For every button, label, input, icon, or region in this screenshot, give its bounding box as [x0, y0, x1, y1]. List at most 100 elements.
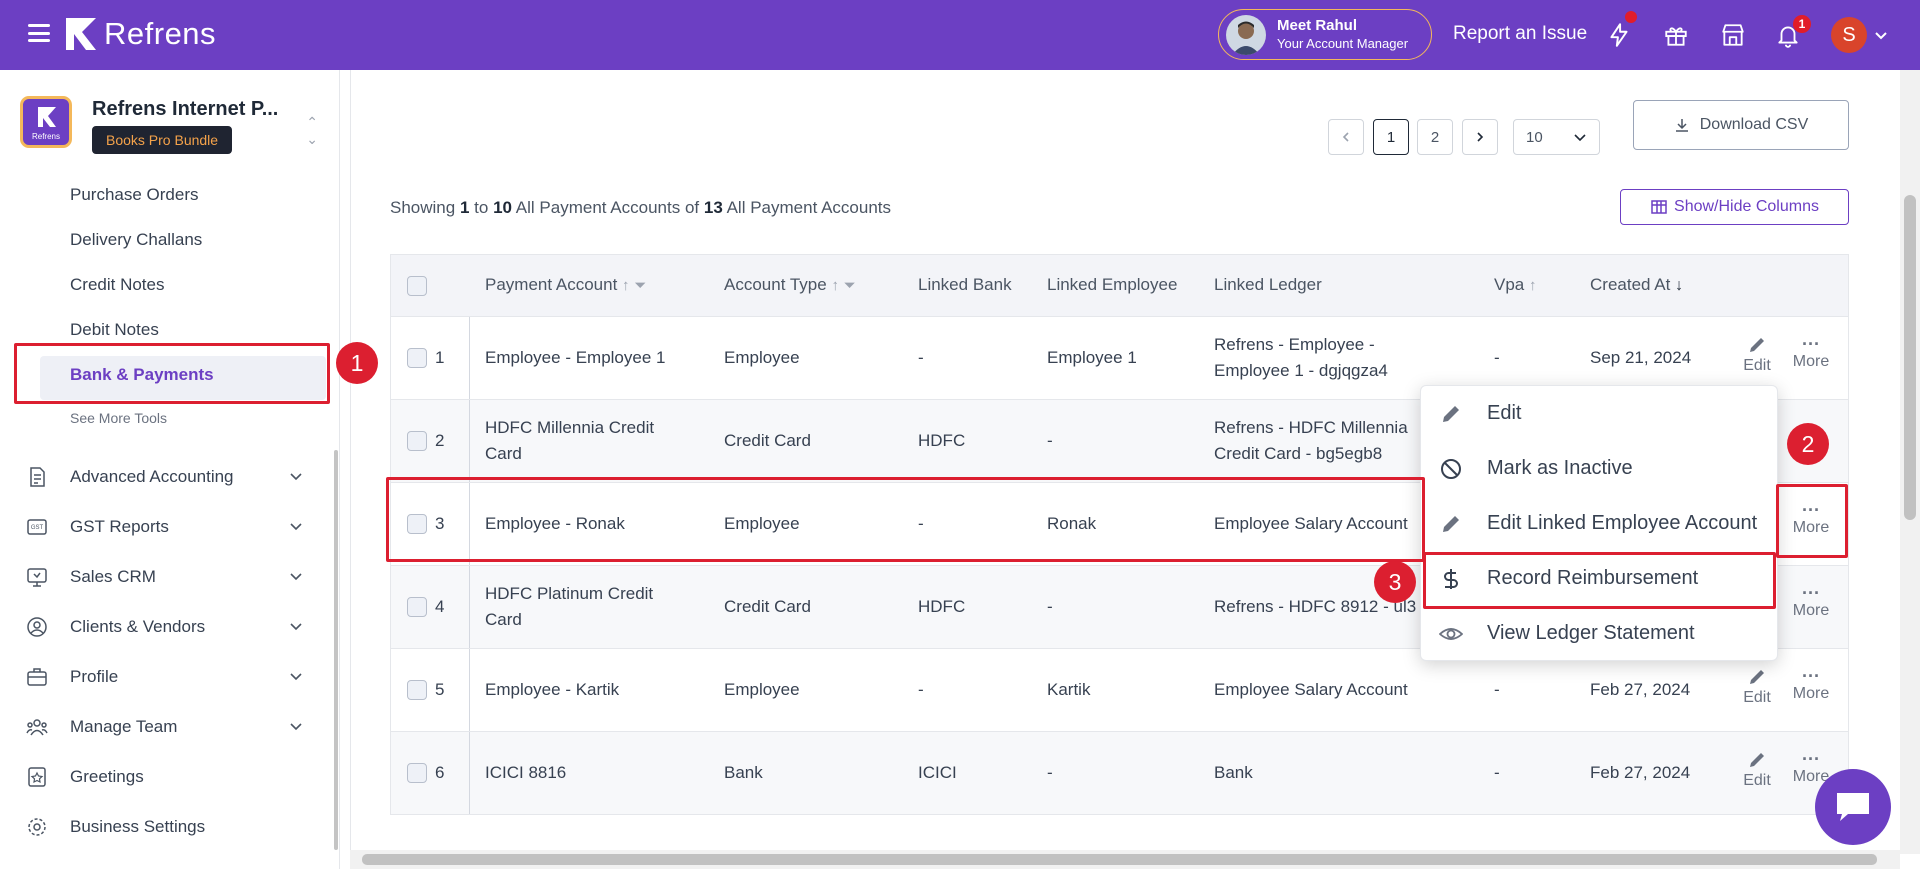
highlight-more-button	[1776, 484, 1848, 558]
row-checkbox[interactable]	[407, 348, 427, 368]
col-account-type[interactable]: Account Type ↑ ⏷	[724, 275, 856, 295]
more-dots-icon: ···	[1802, 666, 1820, 686]
sidebar-item-credit-notes[interactable]: Credit Notes	[70, 275, 164, 295]
sidebar-group-clients-vendors[interactable]: Clients & Vendors	[0, 608, 339, 648]
table-row[interactable]: 5 Employee - Kartik Employee - Kartik Em…	[391, 649, 1848, 732]
vertical-scrollbar[interactable]	[1900, 70, 1920, 854]
menu-item-mark-inactive[interactable]: Mark as Inactive	[1421, 441, 1779, 496]
created-at-cell: Feb 27, 2024	[1590, 763, 1691, 782]
col-linked-bank: Linked Bank	[918, 275, 1012, 294]
download-icon	[1675, 119, 1688, 132]
more-dots-icon: ···	[1802, 583, 1820, 603]
sort-asc-icon: ↑	[622, 277, 630, 294]
table-header: Payment Account ↑ ⏷ Account Type ↑ ⏷ Lin…	[391, 255, 1848, 317]
step-badge-3: 3	[1374, 561, 1416, 603]
svg-text:GST: GST	[31, 525, 44, 531]
linked-employee-cell: Employee 1	[1047, 348, 1137, 367]
chevron-down-icon	[290, 673, 302, 681]
payment-account-cell: ICICI 8816	[485, 763, 567, 782]
menu-item-view-ledger[interactable]: View Ledger Statement	[1421, 606, 1779, 661]
page-2-button[interactable]: 2	[1417, 119, 1453, 155]
top-bar: Refrens Meet Rahul Your Account Manager …	[0, 0, 1920, 70]
sidebar-group-manage-team[interactable]: Manage Team	[0, 708, 339, 748]
gift-icon[interactable]	[1663, 22, 1689, 48]
see-more-tools-link[interactable]: See More Tools	[70, 410, 167, 426]
row-checkbox[interactable]	[407, 431, 427, 451]
horizontal-scrollbar[interactable]	[350, 850, 1900, 869]
row-number: 5	[435, 680, 445, 699]
linked-bank-cell: -	[918, 348, 924, 367]
pencil-icon	[1750, 753, 1764, 767]
columns-icon	[1651, 200, 1667, 214]
brand-name: Refrens	[104, 16, 217, 51]
select-all-checkbox[interactable]	[407, 276, 427, 296]
sidebar: Refrens Refrens Internet P... Books Pro …	[0, 70, 340, 869]
more-button[interactable]: ··· More	[1786, 667, 1836, 703]
linked-employee-cell: -	[1047, 431, 1053, 450]
more-dots-icon: ···	[1802, 334, 1820, 354]
menu-item-edit[interactable]: Edit	[1421, 386, 1779, 441]
more-button[interactable]: ··· More	[1786, 584, 1836, 620]
org-logo: Refrens	[20, 96, 72, 148]
sidebar-item-debit-notes[interactable]: Debit Notes	[70, 320, 159, 340]
chevron-down-icon	[290, 523, 302, 531]
sidebar-item-greetings[interactable]: Greetings	[0, 758, 339, 798]
lightning-icon[interactable]	[1606, 22, 1632, 48]
col-created-at[interactable]: Created At ↓	[1590, 275, 1683, 295]
show-hide-columns-button[interactable]: Show/Hide Columns	[1620, 189, 1849, 225]
edit-button[interactable]: Edit	[1732, 667, 1782, 707]
page-1-button[interactable]: 1	[1373, 119, 1409, 155]
linked-bank-cell: HDFC	[918, 597, 966, 616]
lightning-badge-dot	[1625, 11, 1637, 23]
chevron-right-icon	[1477, 132, 1484, 142]
manager-name: Meet Rahul	[1277, 16, 1358, 34]
sidebar-group-gst-reports[interactable]: GST GST Reports	[0, 508, 339, 548]
pencil-icon	[1750, 338, 1764, 352]
menu-item-edit-linked-employee[interactable]: Edit Linked Employee Account	[1421, 496, 1779, 551]
more-dots-icon: ···	[1802, 749, 1820, 769]
chat-button[interactable]	[1815, 769, 1891, 845]
step-badge-1: 1	[336, 342, 378, 384]
account-manager-pill[interactable]: Meet Rahul Your Account Manager	[1218, 9, 1432, 60]
next-page-button[interactable]	[1462, 119, 1498, 155]
chevron-down-icon	[290, 723, 302, 731]
table-row[interactable]: 6 ICICI 8816 Bank ICICI - Bank - Feb 27,…	[391, 732, 1848, 815]
sidebar-item-business-settings[interactable]: Business Settings	[0, 808, 339, 848]
row-checkbox[interactable]	[407, 680, 427, 700]
more-button[interactable]: ··· More	[1786, 335, 1836, 371]
sidebar-group-sales-crm[interactable]: Sales CRM	[0, 558, 339, 598]
pagination-summary: Showing 1 to 10 All Payment Accounts of …	[390, 198, 892, 217]
row-number: 2	[435, 431, 445, 450]
document-icon	[30, 467, 45, 487]
brand-logo[interactable]: Refrens	[64, 16, 216, 52]
row-actions-menu: Edit Mark as Inactive Edit Linked Employ…	[1420, 385, 1778, 661]
org-switch-icon[interactable]: ⌃ ⌄	[306, 114, 318, 148]
sidebar-scrollbar[interactable]	[334, 450, 338, 850]
col-linked-ledger: Linked Ledger	[1214, 275, 1322, 294]
menu-icon[interactable]	[28, 24, 50, 42]
user-avatar[interactable]: S	[1831, 17, 1867, 53]
page-size-select[interactable]: 10	[1513, 119, 1600, 155]
sidebar-item-purchase-orders[interactable]: Purchase Orders	[70, 185, 199, 205]
sidebar-item-delivery-challans[interactable]: Delivery Challans	[70, 230, 202, 250]
prev-page-button[interactable]	[1328, 119, 1364, 155]
org-switcher[interactable]: Refrens Refrens Internet P... Books Pro …	[20, 96, 320, 166]
org-name: Refrens Internet P...	[92, 98, 279, 120]
chevron-down-icon	[1574, 134, 1586, 142]
edit-button[interactable]: Edit	[1732, 750, 1782, 790]
row-checkbox[interactable]	[407, 597, 427, 617]
user-circle-icon	[27, 617, 47, 637]
chevron-down-icon[interactable]	[1874, 29, 1888, 43]
store-icon[interactable]	[1720, 22, 1746, 48]
linked-ledger-cell: Refrens - Employee - Employee 1 - dgjqgza…	[1214, 335, 1388, 380]
row-checkbox[interactable]	[407, 763, 427, 783]
download-csv-button[interactable]: Download CSV	[1633, 100, 1849, 150]
filter-icon: ⏷	[634, 277, 647, 294]
col-vpa[interactable]: Vpa ↑	[1494, 275, 1536, 295]
sidebar-group-advanced-accounting[interactable]: Advanced Accounting	[0, 458, 339, 498]
report-issue-link[interactable]: Report an Issue	[1453, 23, 1587, 45]
chevron-left-icon	[1342, 132, 1349, 142]
sidebar-group-profile[interactable]: Profile	[0, 658, 339, 698]
col-payment-account[interactable]: Payment Account ↑ ⏷	[485, 275, 646, 295]
edit-button[interactable]: Edit	[1732, 335, 1782, 375]
